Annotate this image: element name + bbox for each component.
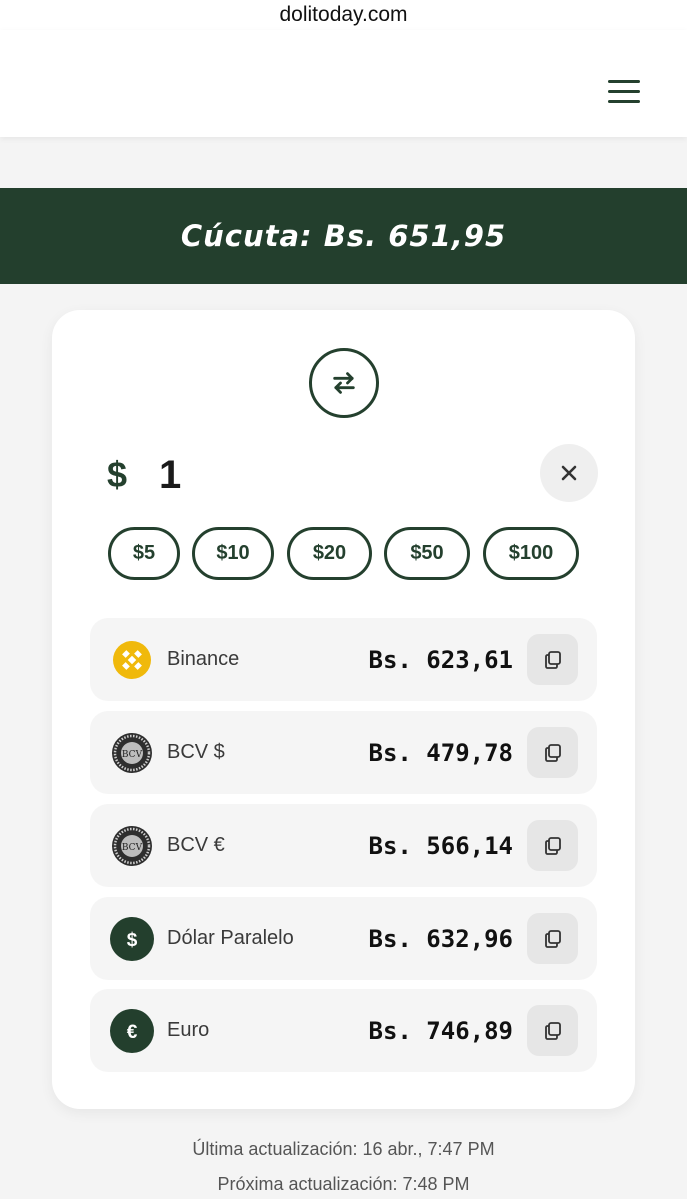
bcv-seal-icon: BCV <box>110 824 154 868</box>
close-icon <box>561 465 577 481</box>
copy-icon <box>544 1021 561 1040</box>
rate-value: Bs. 746,89 <box>368 1016 514 1045</box>
quick-amount-100-button[interactable]: $100 <box>483 527 579 580</box>
currency-symbol: $ <box>107 454 128 495</box>
binance-icon <box>110 638 154 682</box>
rate-value: Bs. 479,78 <box>368 738 514 767</box>
quick-amount-50-button[interactable]: $50 <box>384 527 470 580</box>
svg-text:BCV: BCV <box>122 843 143 853</box>
rate-row-bcv-eur: BCV BCV € Bs. 566,14 <box>90 804 597 887</box>
rate-row-euro: € Euro Bs. 746,89 <box>90 989 597 1072</box>
rate-name: BCV $ <box>167 741 225 763</box>
rate-row-bcv-usd: BCV BCV $ Bs. 479,78 <box>90 711 597 794</box>
copy-button[interactable] <box>527 634 578 685</box>
swap-arrows-icon <box>333 372 355 394</box>
rate-name: Dólar Paralelo <box>167 927 294 949</box>
quick-amount-10-button[interactable]: $10 <box>192 527 274 580</box>
amount-input-row[interactable]: $ 1 <box>107 450 181 500</box>
rate-name: BCV € <box>167 834 225 856</box>
site-header <box>0 30 687 137</box>
copy-icon <box>544 743 561 762</box>
copy-icon <box>544 650 561 669</box>
bcv-seal-icon: BCV <box>110 731 154 775</box>
rate-row-dolar-paralelo: $ Dólar Paralelo Bs. 632,96 <box>90 897 597 980</box>
rate-value: Bs. 566,14 <box>368 831 514 860</box>
copy-icon <box>544 929 561 948</box>
clear-button[interactable] <box>540 444 598 502</box>
copy-button[interactable] <box>527 1005 578 1056</box>
cucuta-rate-banner: Cúcuta: Bs. 651,95 <box>0 188 687 284</box>
converter-card: $ 1 $5 $10 $20 $50 $100 Binance Bs. 623,… <box>52 310 635 1109</box>
copy-icon <box>544 836 561 855</box>
rate-name: Euro <box>167 1019 210 1041</box>
svg-text:BCV: BCV <box>122 750 143 760</box>
browser-url-bar[interactable]: dolitoday.com <box>0 0 687 30</box>
swap-button[interactable] <box>309 348 379 418</box>
quick-amount-5-button[interactable]: $5 <box>108 527 180 580</box>
svg-text:$: $ <box>127 930 138 951</box>
dollar-icon: $ <box>110 917 154 961</box>
copy-button[interactable] <box>527 913 578 964</box>
amount-input[interactable]: 1 <box>159 453 181 498</box>
rate-value: Bs. 632,96 <box>368 924 514 953</box>
next-update-text: Próxima actualización: 7:48 PM <box>217 1174 470 1194</box>
euro-icon: € <box>110 1009 154 1053</box>
last-update-text: Última actualización: 16 abr., 7:47 PM <box>192 1139 495 1159</box>
url-text: dolitoday.com <box>279 3 408 26</box>
menu-icon[interactable] <box>608 80 640 104</box>
copy-button[interactable] <box>527 820 578 871</box>
rate-name: Binance <box>167 648 240 670</box>
rate-value: Bs. 623,61 <box>368 645 514 674</box>
svg-text:€: € <box>127 1022 138 1043</box>
copy-button[interactable] <box>527 727 578 778</box>
quick-amount-20-button[interactable]: $20 <box>287 527 372 580</box>
rate-row-binance: Binance Bs. 623,61 <box>90 618 597 701</box>
banner-text: Cúcuta: Bs. 651,95 <box>180 219 507 253</box>
